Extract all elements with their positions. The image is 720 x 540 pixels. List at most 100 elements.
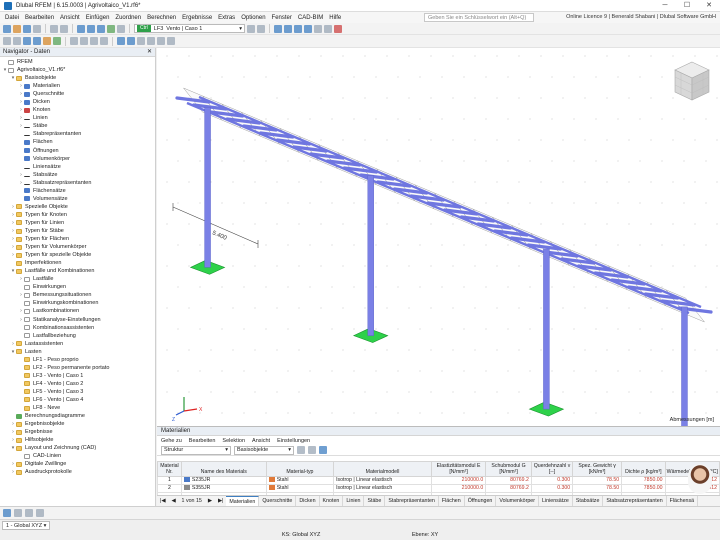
tree-item[interactable]: › Stabsätze [0, 171, 155, 179]
tab-5[interactable]: Stäbe [364, 496, 386, 506]
search-input[interactable]: Geben Sie ein Schlüsselwort ein (Alt+Q) [424, 13, 534, 22]
tree-item[interactable]: › Hilfsobjekte [0, 436, 155, 444]
cell-rho[interactable]: 7850.00 [621, 484, 666, 493]
workplane-icon[interactable] [127, 37, 135, 45]
menu-ergebnisse[interactable]: Ergebnisse [179, 15, 215, 21]
tab-0[interactable]: Materialien [226, 496, 260, 506]
save-icon[interactable] [23, 24, 31, 33]
tab-4[interactable]: Linien [343, 496, 365, 506]
tree-item[interactable]: › Typen für Volumenkörper [0, 243, 155, 251]
dimension-icon[interactable] [147, 37, 155, 45]
menu-cad-bim[interactable]: CAD-BIM [295, 15, 326, 21]
column-header[interactable]: Elastizitätsmodul E [N/mm²] [430, 461, 487, 477]
cell-name[interactable]: S235JR [180, 476, 267, 485]
prev-loadcase-icon[interactable] [247, 24, 256, 33]
tree-item[interactable]: › Lastkombinationen [0, 307, 155, 315]
tree-item[interactable]: Liniensätze [0, 163, 155, 171]
menu-fenster[interactable]: Fenster [269, 15, 295, 21]
column-header[interactable]: Materialmodell [333, 461, 432, 477]
tab-12[interactable]: Stabsatzrepräsentanten [603, 496, 667, 506]
view-cube[interactable] [672, 58, 712, 104]
cell-no[interactable]: 1 [157, 476, 182, 485]
tree-item[interactable]: Stabrepräsentanten [0, 130, 155, 138]
tree-item[interactable]: LF5 - Vento | Caso 3 [0, 388, 155, 396]
menu-hilfe[interactable]: Hilfe [326, 15, 344, 21]
table-icon[interactable] [97, 24, 105, 33]
cell-model[interactable]: Isotrop | Linear elastisch [333, 484, 432, 493]
tree-item[interactable]: RFEM [0, 58, 155, 66]
model-scene[interactable]: 5.400 [157, 48, 720, 426]
cell-rho[interactable]: 7850.00 [621, 476, 666, 485]
tab-1[interactable]: Querschnitte [259, 496, 297, 506]
menu-zuordnen[interactable]: Zuordnen [112, 15, 144, 21]
menu-gehe-zu[interactable]: Gehe zu [161, 438, 182, 444]
node-icon[interactable] [3, 37, 11, 45]
menu-datei[interactable]: Datei [2, 15, 22, 21]
print-icon[interactable] [33, 24, 41, 33]
column-header[interactable]: Material-typ [265, 461, 335, 477]
line-icon[interactable] [13, 37, 21, 45]
prev-page-button[interactable]: ◀ [168, 498, 178, 504]
cell-no[interactable]: 2 [157, 484, 182, 493]
menu-einstellungen[interactable]: Einstellungen [277, 438, 310, 444]
tree-item[interactable]: › Bemessungssituationen [0, 291, 155, 299]
first-page-button[interactable]: |◀ [157, 498, 168, 504]
tree-item[interactable]: LF6 - Vento | Caso 4 [0, 396, 155, 404]
cell-gamma[interactable]: 78.50 [572, 476, 623, 485]
tree-item[interactable]: Flächen [0, 138, 155, 146]
tree-item[interactable]: › Typen für Linien [0, 219, 155, 227]
mirror-icon[interactable] [90, 37, 98, 45]
tree-item[interactable]: LF3 - Vento | Caso 1 [0, 372, 155, 380]
results-icon[interactable] [117, 24, 125, 33]
tree-item[interactable]: CAD-Linien [0, 452, 155, 460]
table-row[interactable]: 1 S235JR Stahl Isotrop | Linear elastisch 21… [157, 476, 720, 485]
support-icon[interactable] [43, 37, 51, 45]
loadcase-selector[interactable]: Ctrl LF3 Vento | Caso 1 ▾ [134, 24, 246, 33]
view-iso-icon[interactable] [274, 24, 283, 33]
tab-13[interactable]: Flächensä [667, 496, 699, 506]
results-navigator-icon[interactable] [36, 509, 44, 517]
tree-item[interactable]: ▾ Agrivoltaico_V1.rf6* [0, 66, 155, 74]
tree-item[interactable]: › Typen für spezielle Objekte [0, 251, 155, 259]
tree-item[interactable]: › Ergebnisobjekte [0, 420, 155, 428]
next-page-button[interactable]: ▶ [205, 498, 215, 504]
cell-type[interactable]: Stahl [265, 484, 335, 493]
tree-item[interactable]: › Stäbe [0, 122, 155, 130]
open-folder-icon[interactable] [13, 24, 21, 33]
tree-item[interactable]: › Typen für Stäbe [0, 227, 155, 235]
tree-item[interactable]: Flächensätze [0, 187, 155, 195]
tab-11[interactable]: Stabsätze [573, 496, 604, 506]
column-header[interactable]: Dichte ρ [kg/m³] [621, 461, 666, 477]
tree-item[interactable]: › Ergebnisse [0, 428, 155, 436]
menu-einfuegen[interactable]: Einfügen [83, 15, 113, 21]
tab-8[interactable]: Öffnungen [465, 496, 497, 506]
tree-item[interactable]: ▾ Layout und Zeichnung (CAD) [0, 444, 155, 452]
cell-gamma[interactable]: 78.50 [572, 484, 623, 493]
tab-2[interactable]: Dicken [296, 496, 320, 506]
new-file-icon[interactable] [3, 24, 11, 33]
cell-E[interactable]: 210000.0 [430, 484, 487, 493]
column-header[interactable]: Material Nr. [157, 461, 182, 477]
tree-item[interactable]: Volumenkörper [0, 155, 155, 163]
tree-item[interactable]: › Dicken [0, 98, 155, 106]
tree-item[interactable]: Berechnungsdiagramme [0, 412, 155, 420]
wireframe-icon[interactable] [324, 24, 333, 33]
move-icon[interactable] [70, 37, 78, 45]
surface-icon[interactable] [33, 37, 41, 45]
select-icon[interactable] [77, 24, 85, 33]
tree-item[interactable]: LF8 - Neve [0, 404, 155, 412]
column-header[interactable]: Schubmodul G [N/mm²] [485, 461, 532, 477]
tree-item[interactable]: › Ausdruckprotokolle [0, 468, 155, 476]
copy-icon[interactable] [100, 37, 108, 45]
views-navigator-icon[interactable] [25, 509, 33, 517]
tree-item[interactable]: LF4 - Vento | Caso 2 [0, 380, 155, 388]
tree-item[interactable]: ▾ Lastfälle und Kombinationen [0, 267, 155, 275]
table-row[interactable]: 2 S355JR Stahl Isotrop | Linear elastisch 21… [157, 484, 720, 493]
column-header[interactable]: Name des Materials [180, 461, 267, 477]
cell-name[interactable]: S355JR [180, 484, 267, 493]
tree-item[interactable]: › Knoten [0, 106, 155, 114]
menu-berechnen[interactable]: Berechnen [144, 15, 179, 21]
tab-3[interactable]: Knoten [320, 496, 344, 506]
cell-G[interactable]: 80769.2 [485, 476, 532, 485]
tree-item[interactable]: Volumensätze [0, 195, 155, 203]
